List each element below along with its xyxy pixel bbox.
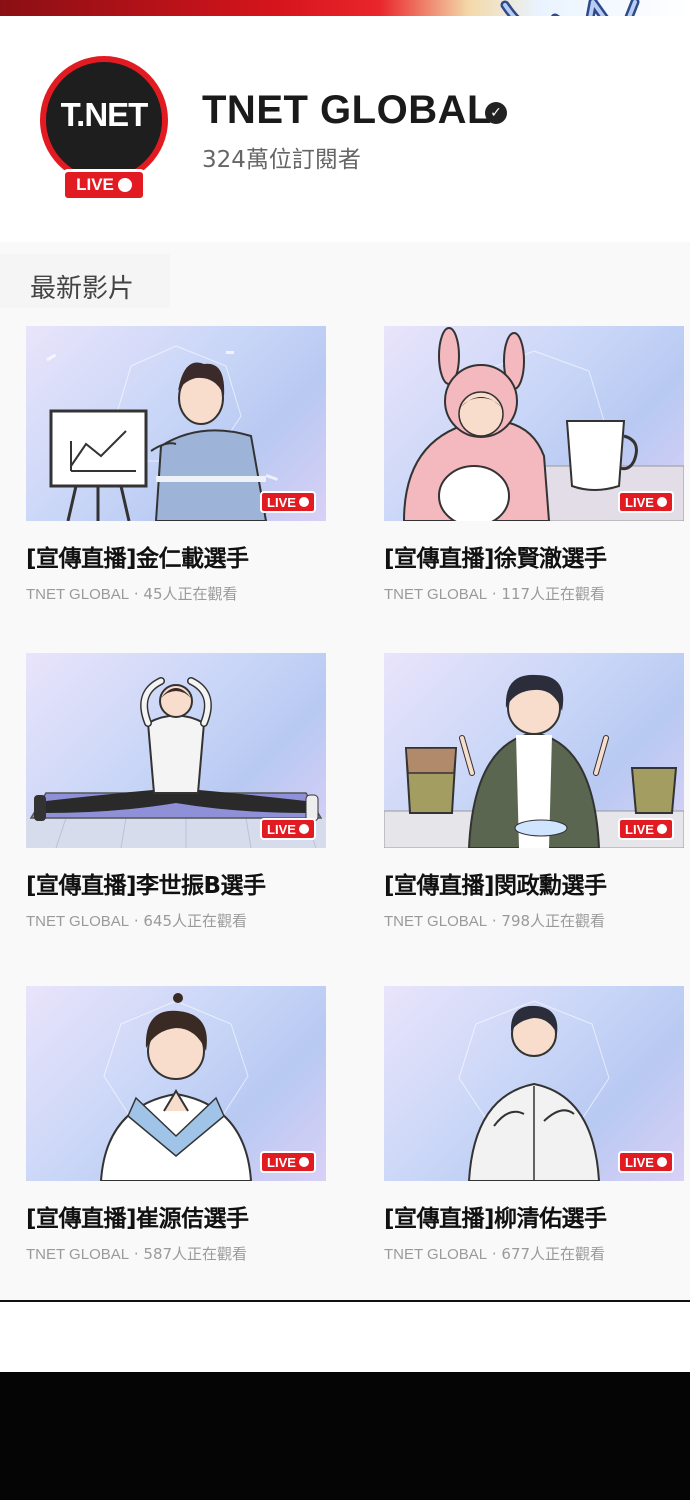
live-badge: LIVE [260,1151,316,1173]
video-card[interactable]: LIVE [宣傳直播]閔政勳選手 TNET GLOBAL · 798人正在觀看 [384,653,684,931]
channel-name[interactable]: TNET GLOBAL [202,88,492,133]
meta-separator: · [129,585,144,603]
video-title[interactable]: [宣傳直播]徐賢澈選手 [384,539,684,573]
live-badge: LIVE [260,491,316,513]
video-meta: TNET GLOBAL · 587人正在觀看 [26,1243,326,1264]
video-thumbnail[interactable]: LIVE [384,326,684,521]
live-badge: LIVE [618,818,674,840]
video-meta: TNET GLOBAL · 45人正在觀看 [26,583,326,604]
meta-separator: · [487,1245,502,1263]
video-channel: TNET GLOBAL [26,586,130,603]
video-card[interactable]: LIVE [宣傳直播]李世振B選手 TNET GLOBAL · 645人正在觀看 [26,653,326,931]
logo-text: T.NET [60,96,149,133]
live-badge-label: LIVE [267,1154,296,1170]
video-meta: TNET GLOBAL · 798人正在觀看 [384,910,684,931]
video-title[interactable]: [宣傳直播]柳清佑選手 [384,1199,684,1233]
live-dot-icon [656,1157,667,1167]
video-viewers: 587人正在觀看 [143,1245,248,1263]
verified-check-icon: ✓ [485,102,507,124]
live-dot-icon [656,497,667,507]
channel-avatar[interactable]: T.NET LIVE [40,56,168,201]
live-badge: LIVE [260,818,316,840]
video-section: 最新影片 LIVE [宣傳直播]金仁載選手 TNET GLOBAL · 45人正… [0,242,690,1301]
video-viewers: 645人正在觀看 [143,912,248,930]
video-title[interactable]: [宣傳直播]李世振B選手 [26,866,326,900]
live-badge-label: LIVE [267,494,296,510]
meta-separator: · [487,585,502,603]
video-card[interactable]: LIVE [宣傳直播]柳清佑選手 TNET GLOBAL · 677人正在觀看 [384,986,684,1264]
live-badge-label: LIVE [625,1154,654,1170]
live-dot-icon [298,1157,309,1167]
live-badge: LIVE [618,1151,674,1173]
video-thumbnail[interactable]: LIVE [26,986,326,1181]
live-badge-label: LIVE [625,494,654,510]
bottom-black-panel [0,1372,690,1500]
video-card[interactable]: LIVE [宣傳直播]金仁載選手 TNET GLOBAL · 45人正在觀看 [26,326,326,604]
video-channel: TNET GLOBAL [384,913,488,930]
subscriber-count: 324萬位訂閱者 [202,147,361,173]
video-channel: TNET GLOBAL [26,1246,130,1263]
live-dot-icon [117,178,132,192]
video-thumbnail[interactable]: LIVE [384,986,684,1181]
video-title[interactable]: [宣傳直播]崔源佶選手 [26,1199,326,1233]
video-meta: TNET GLOBAL · 117人正在觀看 [384,583,684,604]
avatar-inner: T.NET [46,62,162,178]
blank-space [0,1302,690,1372]
meta-separator: · [129,1245,144,1263]
video-channel: TNET GLOBAL [26,913,130,930]
video-card[interactable]: LIVE [宣傳直播]徐賢澈選手 TNET GLOBAL · 117人正在觀看 [384,326,684,604]
video-thumbnail[interactable]: LIVE [384,653,684,848]
video-meta: TNET GLOBAL · 645人正在觀看 [26,910,326,931]
meta-separator: · [129,912,144,930]
channel-header: T.NET LIVE TNET GLOBAL ✓ 324萬位訂閱者 [0,16,690,242]
video-viewers: 45人正在觀看 [143,585,238,603]
avatar-live-label: LIVE [76,175,114,194]
video-viewers: 798人正在觀看 [501,912,606,930]
video-card[interactable]: LIVE [宣傳直播]崔源佶選手 TNET GLOBAL · 587人正在觀看 [26,986,326,1264]
meta-separator: · [487,912,502,930]
live-dot-icon [298,497,309,507]
video-meta: TNET GLOBAL · 677人正在觀看 [384,1243,684,1264]
live-badge-label: LIVE [267,821,296,837]
video-channel: TNET GLOBAL [384,586,488,603]
video-viewers: 677人正在觀看 [501,1245,606,1263]
video-thumbnail[interactable]: LIVE [26,653,326,848]
avatar-live-badge: LIVE [62,169,146,201]
video-viewers: 117人正在觀看 [501,585,606,603]
section-title: 最新影片 [30,274,135,304]
video-channel: TNET GLOBAL [384,1246,488,1263]
live-badge: LIVE [618,491,674,513]
video-title[interactable]: [宣傳直播]金仁載選手 [26,539,326,573]
live-dot-icon [656,824,667,834]
live-dot-icon [298,824,309,834]
live-badge-label: LIVE [625,821,654,837]
video-thumbnail[interactable]: LIVE [26,326,326,521]
video-title[interactable]: [宣傳直播]閔政勳選手 [384,866,684,900]
